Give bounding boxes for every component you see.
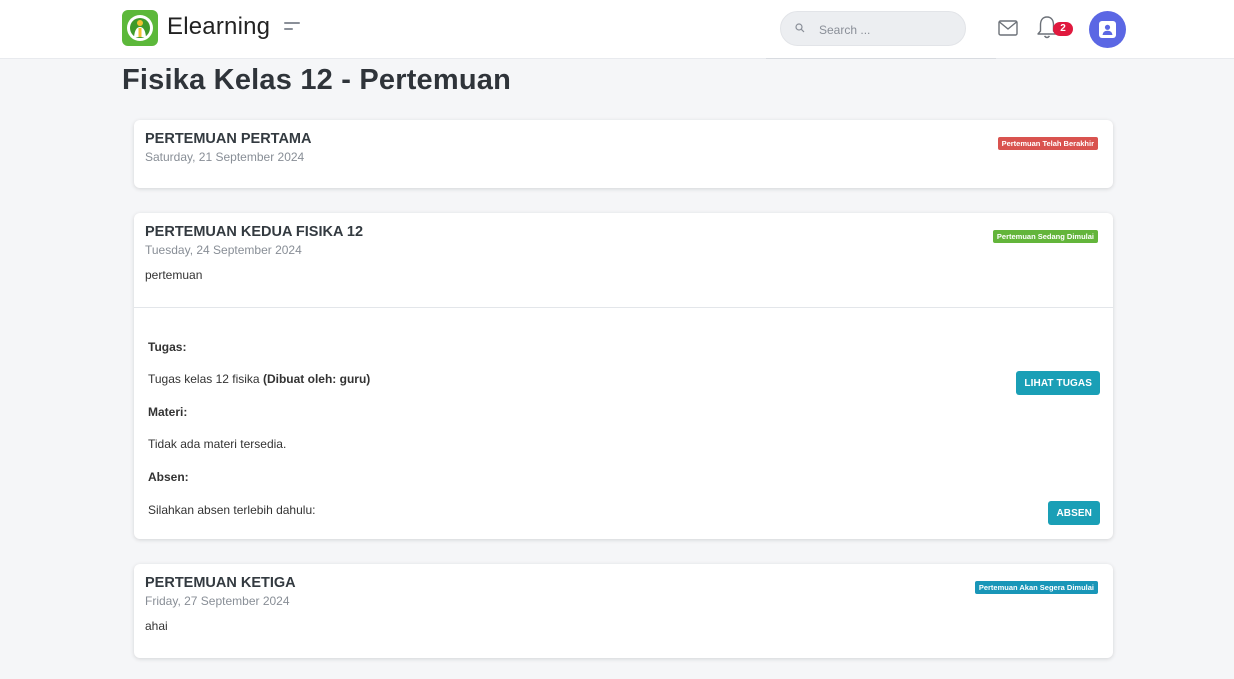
menu-line [284,28,293,30]
meeting-title: PERTEMUAN KETIGA [145,575,296,591]
page-title: Fisika Kelas 12 - Pertemuan [122,64,512,96]
meeting-card-3: PERTEMUAN KETIGA Friday, 27 September 20… [134,564,1113,658]
top-navbar: Elearning 2 [0,0,1234,59]
search-box [780,11,966,47]
tugas-name: Tugas kelas 12 fisika [148,372,260,386]
meeting-title: PERTEMUAN KEDUA FISIKA 12 [145,224,364,240]
card-divider [134,307,1113,308]
materi-label: Materi: [148,405,188,419]
meeting-date: Tuesday, 24 September 2024 [145,243,302,257]
brand-name[interactable]: Elearning [167,13,270,41]
search-underline [766,58,996,59]
search-icon [795,23,805,33]
lihat-tugas-button[interactable]: LIHAT TUGAS [1016,371,1100,395]
materi-text: Tidak ada materi tersedia. [148,437,287,451]
elearning-logo[interactable] [122,10,158,46]
absen-label: Absen: [148,470,189,484]
tugas-item: Tugas kelas 12 fisika (Dibuat oleh: guru… [148,372,370,386]
tugas-author: (Dibuat oleh: guru) [262,372,371,386]
search-input[interactable] [817,12,961,47]
menu-line [284,22,300,24]
meeting-date: Saturday, 21 September 2024 [145,150,305,164]
meeting-description: ahai [145,619,168,633]
meeting-card-2: PERTEMUAN KEDUA FISIKA 12 Tuesday, 24 Se… [134,213,1113,539]
mail-icon[interactable] [998,20,1018,36]
status-badge: Pertemuan Sedang Dimulai [992,230,1098,243]
user-avatar[interactable] [1089,11,1126,48]
meeting-title: PERTEMUAN PERTAMA [145,131,312,147]
menu-toggle-icon[interactable] [284,22,300,34]
absen-button[interactable]: ABSEN [1048,501,1100,525]
notification-count-badge: 2 [1053,22,1073,36]
tugas-label: Tugas: [148,340,187,354]
user-avatar-icon [1099,21,1116,38]
meeting-card-1: PERTEMUAN PERTAMA Saturday, 21 September… [134,120,1113,188]
status-badge: Pertemuan Akan Segera Dimulai [974,581,1098,594]
status-badge: Pertemuan Telah Berakhir [997,137,1098,150]
meeting-description: pertemuan [145,268,203,282]
absen-text: Silahkan absen terlebih dahulu: [148,503,316,517]
meeting-date: Friday, 27 September 2024 [145,594,290,608]
